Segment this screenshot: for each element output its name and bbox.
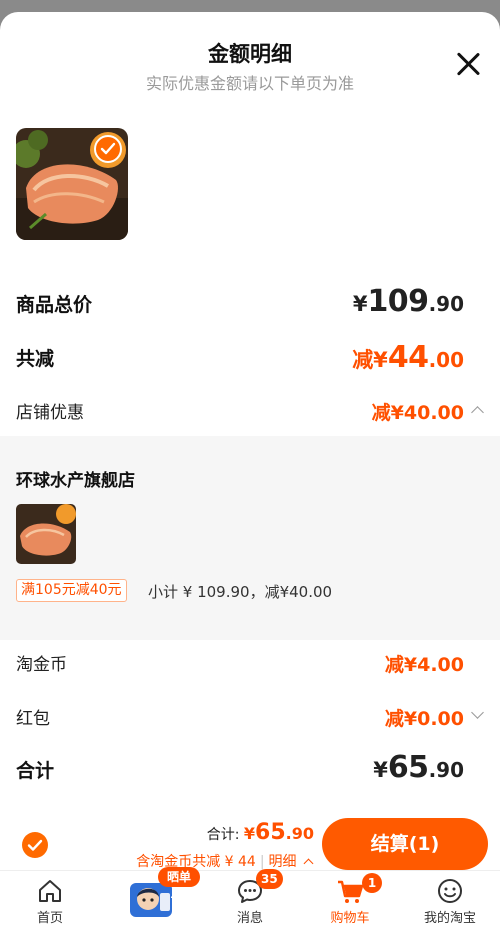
chevron-up-icon[interactable] [471,406,484,419]
detail-link[interactable]: 明细 [269,854,297,870]
shop-discount-row[interactable]: 店铺优惠 减¥40.00 [16,396,484,426]
reduce-prefix: 减¥ [352,348,388,372]
tab-home[interactable]: 首页 [0,871,100,928]
store-product-image [16,504,76,564]
goods-total-row: 商品总价 ¥109.90 [16,284,484,324]
promo-tag: 满105元减40元 [16,579,127,602]
tab-label: 购物车 [330,911,370,926]
tab-badge: 35 [256,869,283,889]
sheet-header: 金额明细 实际优惠金额请以下单页为准 [0,12,500,112]
amount-dec: .90 [285,824,314,843]
amount-dec: .90 [428,292,464,316]
currency-symbol: ¥ [373,758,388,782]
tab-label: 消息 [236,911,263,926]
redpacket-value: 减¥0.00 [384,708,464,730]
store-name: 环球水产旗舰店 [16,471,135,491]
currency-symbol: ¥ [243,824,256,843]
store-discount-panel: 环球水产旗舰店 满105元减40元 小计 ¥ 109.90，减¥40.00 [0,436,500,640]
redpacket-row[interactable]: 红包 减¥0.00 [16,702,484,732]
total-reduce-label: 共减 [16,348,55,370]
tab-cart[interactable]: 1 购物车 [300,871,400,928]
coin-note: 含淘金币共减 ¥ 44 [136,854,256,870]
sheet-subtitle: 实际优惠金额请以下单页为准 [145,74,354,93]
grand-total-row: 合计 ¥65.90 [16,750,484,790]
tab-label: 首页 [36,911,63,926]
bottom-tab-bar: 首页 晒单+1 35 消息 1 购物车 我的淘宝 [0,867,500,928]
chevron-down-icon[interactable] [471,706,484,719]
tab-messages[interactable]: 35 消息 [200,869,300,928]
promo-subtotal: 小计 ¥ 109.90，减¥40.00 [148,583,333,601]
total-reduce-row: 共减 减¥44.00 [16,340,484,380]
product-image [16,128,128,240]
coin-label: 淘金币 [16,655,67,675]
checkout-total: 合计: ¥65.90 [207,820,314,845]
coin-row: 淘金币 减¥4.00 [16,648,484,678]
total-reduce-value: 减¥44.00 [352,340,464,375]
checkout-button[interactable]: 结算(1) [322,818,488,870]
chevron-up-icon[interactable] [303,858,314,869]
select-all-checkbox[interactable] [22,832,48,858]
shop-discount-value: 减¥40.00 [371,402,464,424]
amount-dec: .90 [428,758,464,782]
close-icon[interactable] [454,50,482,78]
redpacket-label: 红包 [16,709,50,729]
amount-int: 44 [387,340,429,375]
amount-int: 65 [255,820,286,845]
grand-total-value: ¥65.90 [373,750,464,785]
profile-icon [438,879,462,903]
grand-total-label: 合计 [16,760,55,782]
tab-badge: 晒单+1 [158,867,200,904]
shop-discount-label: 店铺优惠 [16,403,84,423]
tab-badge: 1 [362,873,382,893]
amount-int: 109 [367,284,429,319]
checkmark-icon[interactable] [94,135,122,163]
tab-profile[interactable]: 我的淘宝 [400,871,500,928]
coin-value: 减¥4.00 [384,654,464,676]
amount-int: 65 [387,750,429,785]
checkout-bar: 合计: ¥65.90 含淘金币共减 ¥ 44 | 明细 结算(1) [0,800,500,870]
goods-total-value: ¥109.90 [353,284,464,319]
currency-symbol: ¥ [352,292,368,316]
checkout-total-label: 合计: [206,827,244,843]
amount-detail-sheet: 金额明细 实际优惠金额请以下单页为准 商品总价 ¥109.90 共减 减¥44.… [0,12,500,928]
sheet-title: 金额明细 [208,42,292,66]
tab-promo[interactable]: 晒单+1 [100,867,200,928]
tab-label: 我的淘宝 [423,911,476,926]
goods-total-label: 商品总价 [16,294,93,316]
home-icon [39,880,61,902]
cart-icon [338,880,364,903]
amount-dec: .00 [428,348,464,372]
